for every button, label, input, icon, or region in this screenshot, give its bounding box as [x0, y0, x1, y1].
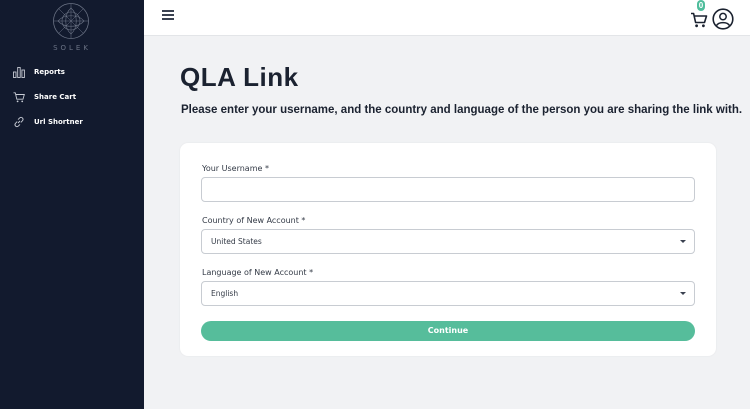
- username-label: Your Username *: [202, 164, 269, 173]
- sidebar-item-reports[interactable]: Reports: [12, 64, 65, 80]
- sidebar-item-url-shortner[interactable]: Url Shortner: [12, 114, 83, 130]
- sidebar-item-share-cart[interactable]: Share Cart: [12, 89, 76, 105]
- country-label: Country of New Account *: [202, 216, 306, 225]
- page-subtitle: Please enter your username, and the coun…: [181, 104, 743, 116]
- sidebar: SOLEK Reports Share Cart Url Shortner: [0, 0, 144, 409]
- cart-icon[interactable]: [690, 11, 708, 29]
- bar-chart-icon: [12, 65, 26, 79]
- sidebar-item-label: Reports: [34, 68, 65, 76]
- user-account-icon[interactable]: [712, 8, 734, 30]
- language-select-value: English: [211, 289, 239, 298]
- continue-button[interactable]: Continue: [201, 321, 695, 341]
- country-select-value: United States: [211, 237, 262, 246]
- chevron-down-icon: [680, 292, 686, 295]
- username-input[interactable]: [201, 177, 695, 202]
- country-select[interactable]: United States: [201, 229, 695, 254]
- menu-icon[interactable]: [162, 10, 174, 20]
- top-bar: 0: [144, 0, 750, 36]
- cart-icon: [12, 90, 26, 104]
- logo-icon: [53, 3, 89, 39]
- language-label: Language of New Account *: [202, 268, 314, 277]
- language-select[interactable]: English: [201, 281, 695, 306]
- link-icon: [12, 115, 26, 129]
- cart-count-badge: 0: [697, 0, 705, 11]
- sidebar-item-label: Share Cart: [34, 93, 77, 101]
- page-title: QLA Link: [180, 62, 299, 92]
- logo-text: SOLEK: [53, 44, 91, 52]
- chevron-down-icon: [680, 240, 686, 243]
- sidebar-item-label: Url Shortner: [34, 118, 83, 126]
